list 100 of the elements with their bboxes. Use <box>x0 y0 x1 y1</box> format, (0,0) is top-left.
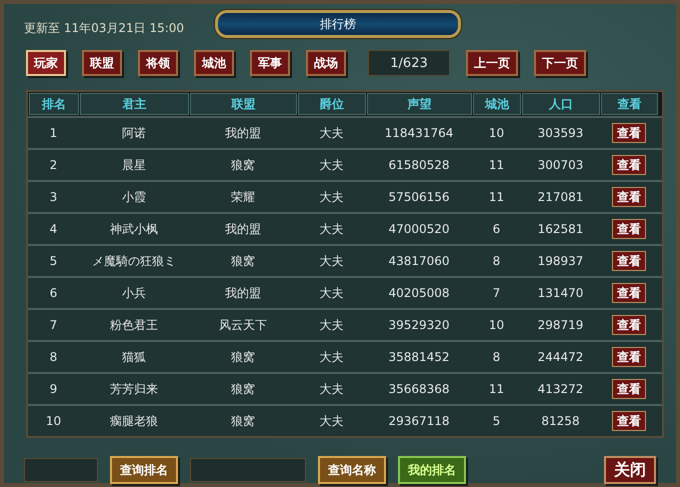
table-cell: 1 <box>50 126 58 140</box>
view-button[interactable]: 查看 <box>612 251 646 271</box>
table-cell: 7 <box>50 318 58 332</box>
category-tab[interactable]: 军事 <box>250 50 290 76</box>
table-cell: 小兵 <box>122 284 146 302</box>
column-header: 君主 <box>80 93 189 115</box>
table-cell: 粉色君王 <box>110 316 158 334</box>
table-cell: 10 <box>488 318 504 332</box>
table-cell: 57506156 <box>388 190 450 204</box>
category-tab[interactable]: 将领 <box>138 50 178 76</box>
table-cell: 61580528 <box>388 158 450 172</box>
table-cell: 11 <box>488 190 504 204</box>
table-cell: 大夫 <box>320 252 344 270</box>
view-button[interactable]: 查看 <box>612 155 646 175</box>
table-cell: 81258 <box>541 414 580 428</box>
table-cell: 我的盟 <box>225 220 261 238</box>
previous-page-button[interactable]: 上一页 <box>466 50 518 76</box>
table-cell: 11 <box>488 158 504 172</box>
table-cell: 6 <box>50 286 58 300</box>
table-cell: 8 <box>50 350 58 364</box>
table-cell: 7 <box>492 286 500 300</box>
table-cell: 217081 <box>538 190 584 204</box>
view-button[interactable]: 查看 <box>612 411 646 431</box>
table-cell: 35668368 <box>388 382 450 396</box>
table-cell: 3 <box>50 190 58 204</box>
search-button[interactable]: 查询排名 <box>110 456 178 484</box>
table-cell: 5 <box>50 254 58 268</box>
table-cell: 8 <box>492 350 500 364</box>
table-cell: 大夫 <box>320 412 344 430</box>
my-rank-button[interactable]: 我的排名 <box>398 456 466 484</box>
table-cell: 晨星 <box>122 156 146 174</box>
category-tab[interactable]: 战场 <box>306 50 346 76</box>
column-header: 城池 <box>473 93 521 115</box>
column-header: 人口 <box>522 93 600 115</box>
table-cell: 10 <box>46 414 62 428</box>
view-button[interactable]: 查看 <box>612 379 646 399</box>
table-cell: 35881452 <box>388 350 450 364</box>
table-cell: 大夫 <box>320 380 344 398</box>
table-cell: 大夫 <box>320 156 344 174</box>
table-cell: 大夫 <box>320 124 344 142</box>
table-cell: 大夫 <box>320 220 344 238</box>
table-cell: 芳芳归来 <box>110 380 158 398</box>
column-header: 爵位 <box>298 93 366 115</box>
table-cell: 2 <box>50 158 58 172</box>
column-header: 排名 <box>29 93 79 115</box>
table-cell: 198937 <box>538 254 584 268</box>
table-cell: 狼窝 <box>231 156 255 174</box>
view-button[interactable]: 查看 <box>612 315 646 335</box>
table-cell: 118431764 <box>384 126 454 140</box>
column-header: 联盟 <box>190 93 297 115</box>
table-cell: 162581 <box>538 222 584 236</box>
table-cell: 狼窝 <box>231 252 255 270</box>
name-input-field[interactable] <box>190 458 306 482</box>
table-cell: 244472 <box>538 350 584 364</box>
table-cell: 8 <box>492 254 500 268</box>
table-cell: メ魔騎の狂狼ミ <box>92 252 176 270</box>
next-page-button[interactable]: 下一页 <box>534 50 586 76</box>
view-button[interactable]: 查看 <box>612 219 646 239</box>
table-cell: 大夫 <box>320 316 344 334</box>
table-cell: 9 <box>50 382 58 396</box>
column-header: 查看 <box>601 93 658 115</box>
table-cell: 神武小枫 <box>110 220 158 238</box>
table-cell: 阿诺 <box>122 124 146 142</box>
table-cell: 11 <box>488 382 504 396</box>
page-indicator: 1/623 <box>368 50 450 76</box>
category-tab[interactable]: 玩家 <box>26 50 66 76</box>
window-title: 排行榜 <box>215 10 461 38</box>
table-cell: 40205008 <box>388 286 450 300</box>
view-button[interactable]: 查看 <box>612 187 646 207</box>
table-cell: 5 <box>492 414 500 428</box>
table-cell: 10 <box>488 126 504 140</box>
view-button[interactable]: 查看 <box>612 123 646 143</box>
rank-input-field[interactable] <box>24 458 98 482</box>
table-cell: 43817060 <box>388 254 450 268</box>
table-cell: 6 <box>492 222 500 236</box>
table-cell: 瘸腿老狼 <box>110 412 158 430</box>
table-cell: 29367118 <box>388 414 450 428</box>
table-cell: 47000520 <box>388 222 450 236</box>
category-tab[interactable]: 城池 <box>194 50 234 76</box>
table-cell: 我的盟 <box>225 124 261 142</box>
category-tab[interactable]: 联盟 <box>82 50 122 76</box>
search-button[interactable]: 查询名称 <box>318 456 386 484</box>
table-cell: 狼窝 <box>231 348 255 366</box>
table-cell: 小霞 <box>122 188 146 206</box>
table-cell: 413272 <box>538 382 584 396</box>
view-button[interactable]: 查看 <box>612 347 646 367</box>
table-cell: 大夫 <box>320 284 344 302</box>
view-button[interactable]: 查看 <box>612 283 646 303</box>
table-cell: 300703 <box>538 158 584 172</box>
table-cell: 大夫 <box>320 188 344 206</box>
table-cell: 298719 <box>538 318 584 332</box>
table-cell: 39529320 <box>388 318 450 332</box>
table-cell: 荣耀 <box>231 188 255 206</box>
table-cell: 风云天下 <box>219 316 267 334</box>
table-cell: 4 <box>50 222 58 236</box>
table-cell: 狼窝 <box>231 380 255 398</box>
table-cell: 大夫 <box>320 348 344 366</box>
table-cell: 131470 <box>538 286 584 300</box>
table-cell: 猫狐 <box>122 348 146 366</box>
close-button[interactable]: 关闭 <box>604 456 656 484</box>
